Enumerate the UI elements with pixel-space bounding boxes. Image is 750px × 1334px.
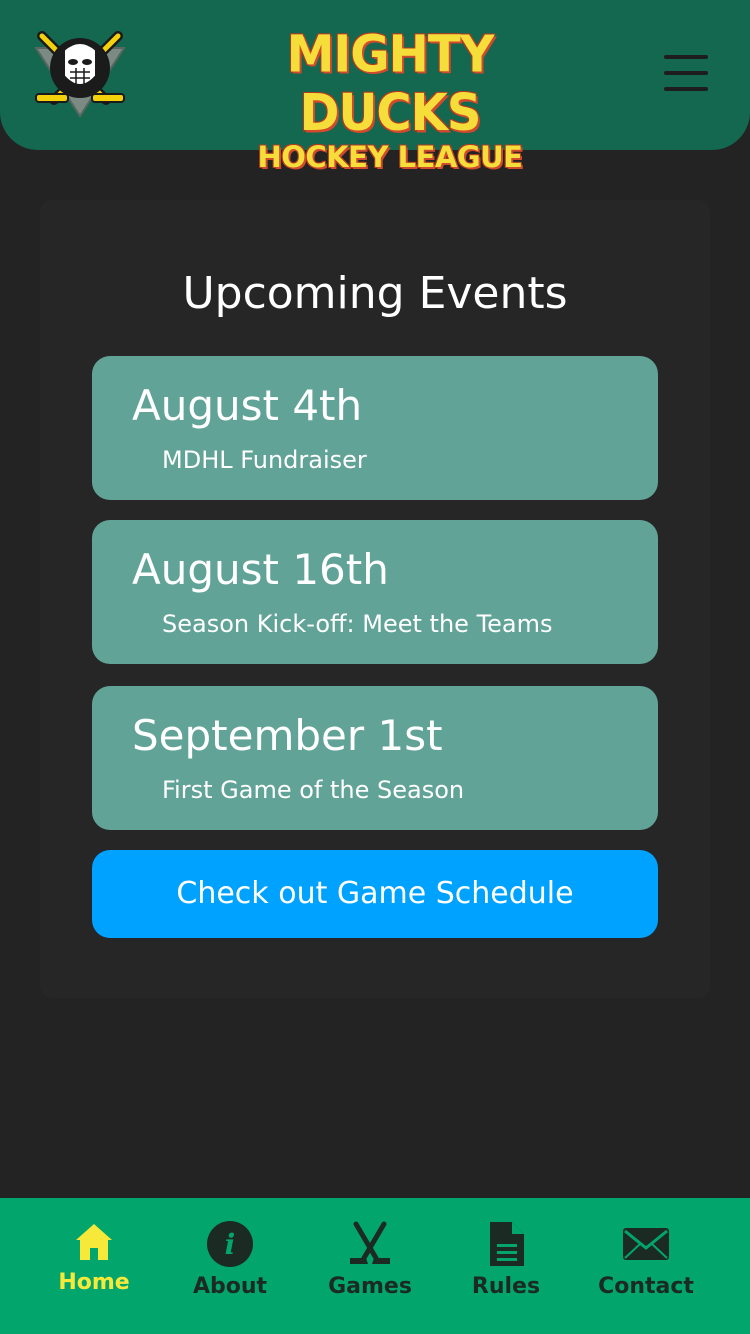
section-title: Upcoming Events — [182, 268, 568, 319]
document-icon — [490, 1222, 524, 1266]
event-date: September 1st — [132, 711, 443, 760]
hamburger-bar — [664, 55, 708, 59]
nav-label: Games — [328, 1274, 412, 1299]
event-name: Season Kick-off: Meet the Teams — [162, 610, 553, 638]
svg-text:i: i — [225, 1228, 236, 1261]
nav-label: Rules — [471, 1274, 541, 1299]
nav-label: Home — [58, 1270, 130, 1295]
app-header: MIGHTY DUCKS HOCKEY LEAGUE — [0, 0, 750, 174]
event-date: August 4th — [132, 381, 363, 430]
goalie-mask-logo-icon — [34, 31, 126, 118]
brand-wordmark: MIGHTY DUCKS HOCKEY LEAGUE — [200, 25, 580, 174]
envelope-icon — [623, 1228, 669, 1260]
event-name: MDHL Fundraiser — [162, 446, 367, 474]
hamburger-bar — [664, 71, 708, 75]
brand-title: MIGHTY DUCKS — [286, 25, 495, 143]
hamburger-menu-icon[interactable] — [664, 55, 708, 93]
nav-rules[interactable]: Rules — [436, 1220, 576, 1320]
event-name: First Game of the Season — [162, 776, 465, 804]
nav-label: About — [192, 1274, 268, 1299]
home-icon — [76, 1224, 112, 1260]
event-card[interactable]: September 1st First Game of the Season — [92, 686, 658, 830]
event-card[interactable]: August 16th Season Kick-off: Meet the Te… — [92, 520, 658, 664]
league-logo[interactable] — [28, 28, 132, 120]
nav-label: Contact — [598, 1274, 694, 1299]
bottom-nav: Home i About Games Rules Contact — [0, 1198, 750, 1334]
nav-about[interactable]: i About — [160, 1220, 300, 1320]
hamburger-bar — [664, 87, 708, 91]
nav-home[interactable]: Home — [24, 1220, 164, 1320]
brand-subtitle: HOCKEY LEAGUE — [257, 140, 523, 174]
nav-games[interactable]: Games — [300, 1220, 440, 1320]
info-icon: i — [207, 1221, 253, 1267]
hockey-sticks-icon — [350, 1221, 390, 1264]
nav-contact[interactable]: Contact — [576, 1220, 716, 1320]
game-schedule-button[interactable]: Check out Game Schedule — [92, 850, 658, 938]
event-date: August 16th — [132, 545, 389, 594]
event-card[interactable]: August 4th MDHL Fundraiser — [92, 356, 658, 500]
